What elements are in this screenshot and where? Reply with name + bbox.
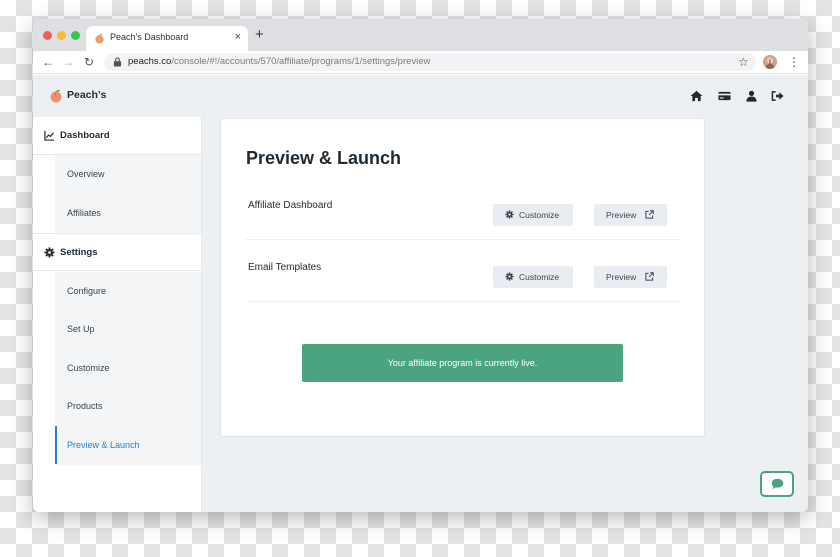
preview-affiliate-dashboard-button[interactable]: Preview bbox=[594, 204, 667, 226]
sidebar-item-label: Configure bbox=[67, 286, 107, 296]
button-label: Customize bbox=[519, 210, 560, 220]
customize-affiliate-dashboard-button[interactable]: Customize bbox=[493, 204, 573, 226]
sidebar-divider bbox=[201, 117, 202, 512]
sidebar-item-label: Overview bbox=[67, 169, 105, 179]
lock-icon bbox=[113, 57, 122, 67]
sign-out-icon[interactable] bbox=[771, 90, 784, 102]
profile-avatar[interactable] bbox=[763, 55, 777, 69]
app-header: Peach’s bbox=[33, 75, 808, 117]
back-arrow-icon[interactable]: ← bbox=[42, 53, 54, 71]
sidebar-dashboard-items: Overview Affiliates bbox=[55, 155, 201, 233]
tab-close-icon[interactable]: × bbox=[235, 30, 241, 44]
home-icon[interactable] bbox=[690, 90, 703, 102]
avatar-image bbox=[766, 57, 774, 69]
button-label: Preview bbox=[606, 210, 637, 220]
sidebar-section-settings[interactable]: Settings bbox=[33, 233, 201, 271]
sidebar-section-label: Dashboard bbox=[60, 130, 110, 141]
sidebar-settings-items: Configure Set Up Customize Products Prev… bbox=[55, 272, 201, 466]
external-link-icon bbox=[645, 210, 654, 219]
window-close-control[interactable] bbox=[43, 31, 52, 40]
email-templates-row: Email Templates Customize Preview bbox=[246, 240, 680, 302]
url-host: peachs.co bbox=[128, 56, 172, 67]
address-bar[interactable]: peachs.co/console/#!/accounts/570/affili… bbox=[104, 53, 756, 71]
sidebar-item-products[interactable]: Products bbox=[55, 387, 201, 425]
row-label: Affiliate Dashboard bbox=[248, 200, 333, 211]
sidebar-item-label: Products bbox=[67, 401, 103, 411]
chat-bubble-icon bbox=[771, 478, 784, 490]
gear-icon bbox=[505, 210, 514, 219]
sidebar-item-label: Preview & Launch bbox=[67, 440, 140, 450]
button-label: Preview bbox=[606, 272, 637, 282]
sidebar-item-preview-launch[interactable]: Preview & Launch bbox=[55, 426, 201, 464]
window-zoom-control[interactable] bbox=[71, 31, 80, 40]
preview-email-templates-button[interactable]: Preview bbox=[594, 266, 667, 288]
reload-icon[interactable]: ↻ bbox=[84, 53, 94, 71]
button-label: Customize bbox=[519, 272, 560, 282]
sidebar-item-label: Set Up bbox=[67, 324, 95, 334]
sidebar-item-label: Customize bbox=[67, 363, 110, 373]
affiliate-dashboard-row: Affiliate Dashboard Customize Preview bbox=[246, 178, 680, 240]
row-label: Email Templates bbox=[248, 262, 322, 273]
app-viewport: Peach’s Dashboard Overview Affiliates Se… bbox=[33, 75, 808, 512]
external-link-icon bbox=[645, 272, 654, 281]
sidebar-item-affiliates[interactable]: Affiliates bbox=[55, 194, 201, 232]
forward-arrow-icon[interactable]: → bbox=[62, 53, 74, 71]
customize-email-templates-button[interactable]: Customize bbox=[493, 266, 573, 288]
program-live-banner: Your affiliate program is currently live… bbox=[302, 344, 623, 382]
preview-launch-card: Preview & Launch Affiliate Dashboard Cus… bbox=[220, 118, 705, 437]
new-tab-button[interactable]: + bbox=[255, 26, 264, 44]
browser-tab[interactable]: Peach's Dashboard × bbox=[86, 26, 248, 51]
chat-button[interactable] bbox=[760, 471, 794, 497]
peach-logo-icon bbox=[50, 89, 62, 103]
sidebar-item-label: Affiliates bbox=[67, 208, 101, 218]
bookmark-star-icon[interactable]: ☆ bbox=[738, 54, 749, 70]
sidebar-item-overview[interactable]: Overview bbox=[55, 155, 201, 193]
brand-name: Peach’s bbox=[67, 89, 107, 101]
sidebar-item-set-up[interactable]: Set Up bbox=[55, 310, 201, 348]
credit-card-icon[interactable] bbox=[718, 90, 731, 102]
sidebar-section-dashboard[interactable]: Dashboard bbox=[33, 117, 201, 155]
window-minimize-control[interactable] bbox=[57, 31, 66, 40]
sidebar-item-configure[interactable]: Configure bbox=[55, 272, 201, 310]
browser-toolbar: ← → ↻ peachs.co/console/#!/accounts/570/… bbox=[33, 51, 808, 74]
line-chart-icon bbox=[44, 130, 55, 141]
sidebar-section-label: Settings bbox=[60, 247, 98, 258]
sidebar-item-customize[interactable]: Customize bbox=[55, 349, 201, 387]
browser-window: Peach's Dashboard × + ← → ↻ peachs.co/co… bbox=[33, 19, 808, 512]
url-text: peachs.co/console/#!/accounts/570/affili… bbox=[128, 56, 430, 67]
user-icon[interactable] bbox=[745, 90, 758, 102]
sidebar: Dashboard Overview Affiliates Settings C… bbox=[33, 117, 201, 512]
browser-tab-title: Peach's Dashboard bbox=[110, 32, 189, 42]
page-title: Preview & Launch bbox=[246, 148, 402, 168]
browser-tab-strip: Peach's Dashboard × + bbox=[33, 19, 808, 51]
gear-icon bbox=[44, 247, 55, 258]
browser-menu-icon[interactable]: ⋮ bbox=[788, 54, 800, 70]
peach-favicon-icon bbox=[95, 33, 104, 44]
gear-icon bbox=[505, 272, 514, 281]
url-path: /console/#!/accounts/570/affiliate/progr… bbox=[171, 56, 431, 67]
